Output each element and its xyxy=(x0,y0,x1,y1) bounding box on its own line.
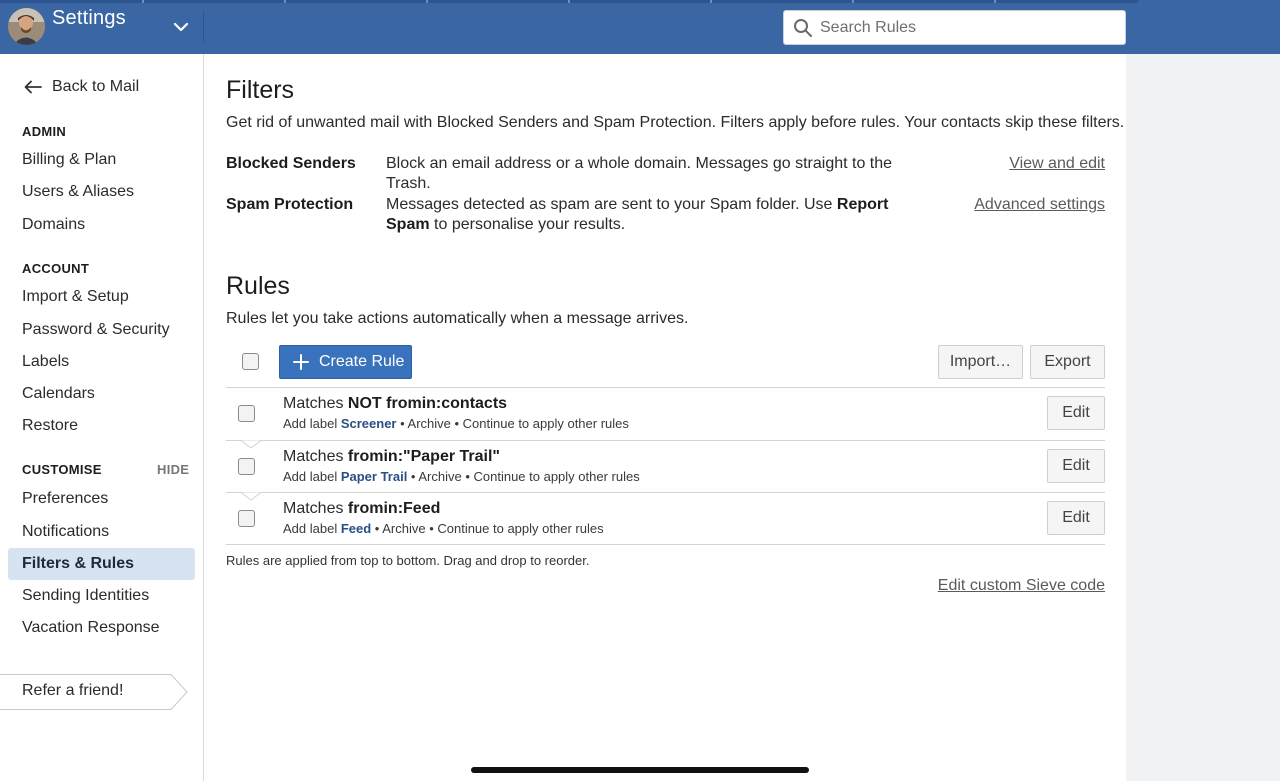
edit-rule-button[interactable]: Edit xyxy=(1047,396,1105,430)
export-button[interactable]: Export xyxy=(1030,345,1105,379)
chevron-down-icon[interactable] xyxy=(170,16,192,38)
sidebar-item-restore[interactable]: Restore xyxy=(8,410,195,442)
back-to-mail-link[interactable]: Back to Mail xyxy=(24,78,139,96)
sidebar-item-domains[interactable]: Domains xyxy=(8,209,195,241)
import-button[interactable]: Import… xyxy=(938,345,1023,379)
rule-row[interactable]: Matches NOT fromin:contacts Add label Sc… xyxy=(226,387,1105,440)
sidebar-item-notifications[interactable]: Notifications xyxy=(8,516,195,548)
rule-label-tag: Paper Trail xyxy=(340,468,408,484)
sidebar-item-billing[interactable]: Billing & Plan xyxy=(8,144,195,176)
plus-icon xyxy=(293,354,309,370)
tab-strip xyxy=(0,0,1138,3)
create-rule-button[interactable]: Create Rule xyxy=(279,345,412,379)
rule-condition: Matches NOT fromin:contacts xyxy=(283,395,508,412)
sidebar-item-password[interactable]: Password & Security xyxy=(8,314,195,346)
sidebar-item-preferences[interactable]: Preferences xyxy=(8,483,195,515)
rules-list: Matches NOT fromin:contacts Add label Sc… xyxy=(226,387,1105,545)
arrow-left-icon xyxy=(24,80,42,94)
sidebar-item-filters-rules[interactable]: Filters & Rules xyxy=(8,548,195,580)
avatar[interactable] xyxy=(8,8,45,45)
drag-notch-icon xyxy=(241,492,261,501)
refer-friend-button[interactable]: Refer a friend! xyxy=(0,674,188,710)
sidebar: Back to Mail ADMIN Billing & Plan Users … xyxy=(0,54,204,781)
main-panel: Filters Get rid of unwanted mail with Bl… xyxy=(205,54,1126,781)
filters-title: Filters xyxy=(226,76,295,104)
home-indicator[interactable] xyxy=(471,767,809,773)
blocked-senders-label: Blocked Senders xyxy=(226,155,356,172)
rule-condition: Matches fromin:"Paper Trail" xyxy=(283,447,501,465)
sidebar-item-vacation[interactable]: Vacation Response xyxy=(8,612,195,644)
sidebar-item-users[interactable]: Users & Aliases xyxy=(8,176,195,208)
rules-title: Rules xyxy=(226,272,290,300)
filters-description: Get rid of unwanted mail with Blocked Se… xyxy=(226,114,1125,131)
rules-list-bottom-border xyxy=(226,544,1105,545)
rule-checkbox[interactable] xyxy=(238,510,255,527)
right-gutter xyxy=(1126,54,1280,781)
rule-row[interactable]: Matches fromin:"Paper Trail" Add label P… xyxy=(226,439,1105,493)
app-title: Settings xyxy=(52,7,126,29)
create-rule-label: Create Rule xyxy=(319,353,405,370)
search-box[interactable] xyxy=(783,10,1126,45)
search-icon xyxy=(793,18,813,38)
rule-actions: Add label Paper Trail • Archive • Contin… xyxy=(283,468,640,484)
search-input[interactable] xyxy=(820,11,1120,44)
sidebar-item-labels[interactable]: Labels xyxy=(8,346,195,378)
rule-actions: Add label Feed • Archive • Continue to a… xyxy=(283,521,604,536)
header-divider xyxy=(203,12,204,42)
back-to-mail-label: Back to Mail xyxy=(52,78,140,95)
sidebar-item-calendars[interactable]: Calendars xyxy=(8,378,195,410)
rule-label-tag: Screener xyxy=(340,416,397,431)
rule-label-tag: Feed xyxy=(340,521,372,536)
rule-actions: Add label Screener • Archive • Continue … xyxy=(283,416,629,431)
rules-description: Rules let you take actions automatically… xyxy=(226,310,689,327)
blocked-senders-description: Block an email address or a whole domain… xyxy=(386,155,893,192)
advanced-settings-link[interactable]: Advanced settings xyxy=(974,196,1105,214)
spam-protection-label: Spam Protection xyxy=(226,196,354,213)
select-all-checkbox[interactable] xyxy=(242,353,259,370)
rule-row[interactable]: Matches fromin:Feed Add label Feed • Arc… xyxy=(226,492,1105,545)
hide-section-link[interactable]: HIDE xyxy=(157,462,189,477)
section-account: ACCOUNT xyxy=(22,261,90,276)
edit-rule-button[interactable]: Edit xyxy=(1047,448,1105,483)
sidebar-item-sending-identities[interactable]: Sending Identities xyxy=(8,580,195,612)
rule-checkbox[interactable] xyxy=(238,457,255,475)
spam-protection-description: Messages detected as spam are sent to yo… xyxy=(386,196,889,233)
refer-friend-label: Refer a friend! xyxy=(22,682,124,699)
rule-condition: Matches fromin:Feed xyxy=(283,500,441,517)
edit-rule-button[interactable]: Edit xyxy=(1047,501,1105,535)
top-bar: Settings xyxy=(0,0,1280,54)
sidebar-item-import[interactable]: Import & Setup xyxy=(8,281,195,313)
rule-checkbox[interactable] xyxy=(238,405,255,422)
drag-notch-icon xyxy=(241,439,261,449)
rules-footnote: Rules are applied from top to bottom. Dr… xyxy=(226,553,590,568)
section-customise: CUSTOMISE xyxy=(22,462,102,477)
section-admin: ADMIN xyxy=(22,124,67,139)
view-and-edit-link[interactable]: View and edit xyxy=(1009,155,1105,173)
edit-sieve-code-link[interactable]: Edit custom Sieve code xyxy=(938,577,1105,595)
